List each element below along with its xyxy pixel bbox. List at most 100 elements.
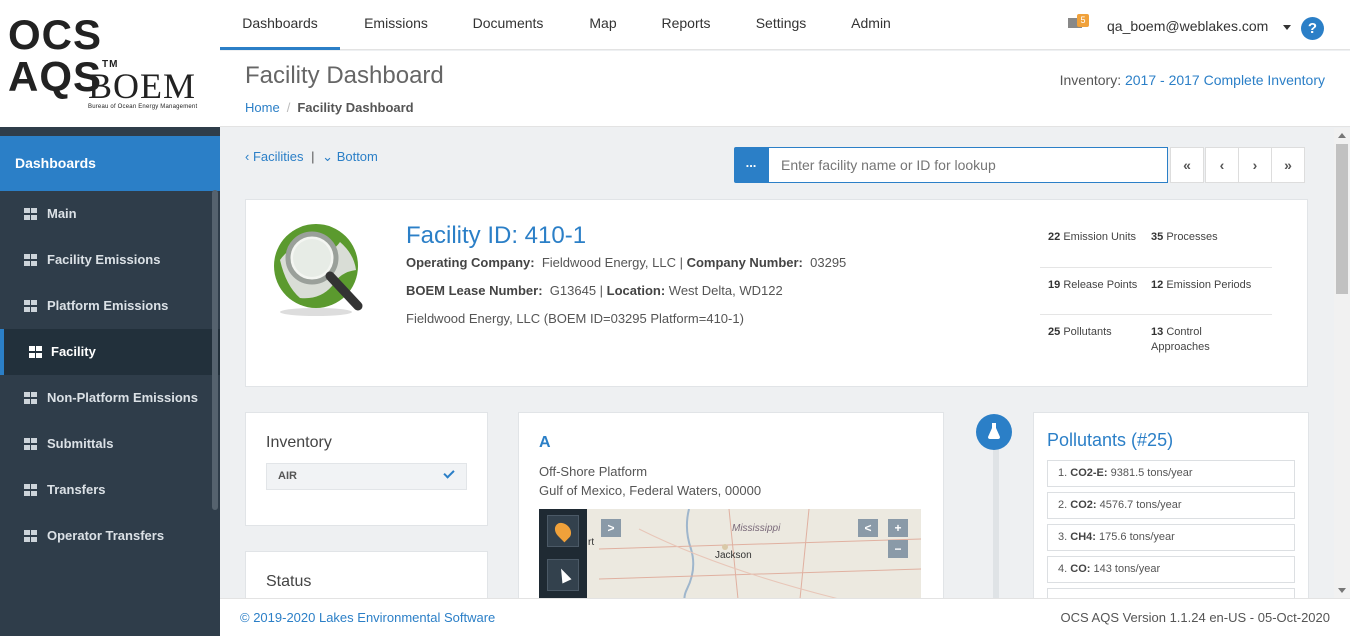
tab-documents[interactable]: Documents xyxy=(463,0,553,50)
grid-icon xyxy=(24,484,37,496)
page-title: Facility Dashboard xyxy=(245,62,444,89)
breadcrumb: Home / Facility Dashboard xyxy=(245,100,414,115)
sidebar-item-main[interactable]: Main xyxy=(0,191,220,237)
cursor-select-icon[interactable] xyxy=(547,559,579,591)
map-label-edge: rt xyxy=(588,537,595,548)
tab-emissions[interactable]: Emissions xyxy=(353,0,439,50)
stat-control-approaches[interactable]: 13 Control Approaches xyxy=(1151,325,1254,355)
last-page-button[interactable]: » xyxy=(1271,147,1305,183)
inventory-card-title: Inventory xyxy=(266,434,332,451)
sidebar-item-non-platform-emissions[interactable]: Non-Platform Emissions xyxy=(0,375,220,421)
sidebar-item-label: Main xyxy=(47,206,77,221)
flask-icon xyxy=(976,414,1012,450)
sidebar-item-label: Platform Emissions xyxy=(47,298,169,313)
tab-reports[interactable]: Reports xyxy=(653,0,719,50)
inventory-label: Inventory: xyxy=(1059,72,1122,88)
chevron-down-icon[interactable] xyxy=(1283,25,1291,30)
facility-card: Facility ID: 410-1 Operating Company: Fi… xyxy=(245,199,1308,387)
grid-icon xyxy=(24,254,37,266)
inventory-card: Inventory AIR xyxy=(245,412,488,526)
pollutants-card: Pollutants (#25) 1. CO2-E: 9381.5 tons/y… xyxy=(1033,412,1309,598)
next-page-button[interactable]: › xyxy=(1238,147,1272,183)
breadcrumb-home[interactable]: Home xyxy=(245,100,280,115)
pollutant-item[interactable]: 4. CO: 143 tons/year xyxy=(1047,556,1295,583)
facility-company-line: Operating Company: Fieldwood Energy, LLC… xyxy=(406,255,847,270)
help-icon[interactable]: ? xyxy=(1301,17,1324,40)
bottom-link[interactable]: ⌄ Bottom xyxy=(322,149,378,164)
globe-search-icon xyxy=(274,224,363,316)
grid-icon xyxy=(24,530,37,542)
status-card-title: Status xyxy=(266,573,312,590)
stat-emission-units[interactable]: 22 Emission Units xyxy=(1048,230,1151,261)
sidebar-item-facility-emissions[interactable]: Facility Emissions xyxy=(0,237,220,283)
inventory-selector: Inventory: 2017 - 2017 Complete Inventor… xyxy=(1060,72,1325,88)
check-icon xyxy=(443,467,455,479)
stat-pollutants[interactable]: 25 Pollutants xyxy=(1048,325,1151,355)
map-label-city: Jackson xyxy=(715,550,752,561)
tab-settings[interactable]: Settings xyxy=(748,0,814,50)
tab-admin[interactable]: Admin xyxy=(843,0,899,50)
pollutant-item[interactable] xyxy=(1047,588,1295,598)
facility-stats: 22 Emission Units 35 Processes 19 Releas… xyxy=(1040,220,1272,361)
timeline-line xyxy=(993,428,999,598)
grid-icon xyxy=(24,392,37,404)
status-card: Status xyxy=(245,551,488,598)
platform-type: Off-Shore Platform xyxy=(539,464,648,479)
sidebar-scrollbar[interactable] xyxy=(212,190,218,510)
sidebar-item-label: Operator Transfers xyxy=(47,528,165,543)
sidebar-item-label: Non-Platform Emissions xyxy=(47,390,198,405)
map-collapse-button[interactable]: < xyxy=(858,519,878,537)
pollutant-item[interactable]: 2. CO2: 4576.7 tons/year xyxy=(1047,492,1295,519)
map-zoom-out-button[interactable]: − xyxy=(888,540,908,558)
sidebar-item-transfers[interactable]: Transfers xyxy=(0,467,220,513)
first-page-button[interactable]: « xyxy=(1170,147,1204,183)
agency-logo: BOEM xyxy=(88,66,197,106)
stat-processes[interactable]: 35 Processes xyxy=(1151,230,1254,261)
previous-page-button[interactable]: ‹ xyxy=(1205,147,1239,183)
footer: © 2019-2020 Lakes Environmental Software… xyxy=(220,598,1350,636)
scroll-up-icon[interactable] xyxy=(1338,133,1346,138)
pollutant-item[interactable]: 1. CO2-E: 9381.5 tons/year xyxy=(1047,460,1295,487)
facility-navlinks: ‹ Facilities | ⌄ Bottom xyxy=(245,149,378,164)
map-toolbar xyxy=(539,509,587,598)
sidebar-item-label: Submittals xyxy=(47,436,114,451)
pollutant-item[interactable]: 3. CH4: 175.6 tons/year xyxy=(1047,524,1295,551)
sidebar-item-label: Facility Emissions xyxy=(47,252,161,267)
lookup-browse-button[interactable]: ... xyxy=(734,147,768,183)
sidebar-item-platform-emissions[interactable]: Platform Emissions xyxy=(0,283,220,329)
user-menu[interactable]: qa_boem@weblakes.com xyxy=(1107,18,1268,34)
sidebar-item-submittals[interactable]: Submittals xyxy=(0,421,220,467)
facility-lease-line: BOEM Lease Number: G13645 | Location: We… xyxy=(406,283,783,298)
tab-dashboards[interactable]: Dashboards xyxy=(220,0,340,50)
stat-release-points[interactable]: 19 Release Points xyxy=(1048,278,1151,308)
scroll-thumb[interactable] xyxy=(1336,144,1348,294)
platform-map[interactable]: > < + − rt Mississippi Jackson xyxy=(539,509,921,598)
breadcrumb-separator: / xyxy=(286,100,291,115)
facilities-link[interactable]: ‹ Facilities xyxy=(245,149,304,164)
sidebar-item-operator-transfers[interactable]: Operator Transfers xyxy=(0,513,220,559)
main-scrollbar[interactable] xyxy=(1334,128,1350,598)
facility-title: Facility ID: 410-1 xyxy=(406,222,587,249)
sidebar-section-dashboards[interactable]: Dashboards xyxy=(0,136,220,191)
grid-icon xyxy=(24,438,37,450)
sidebar-item-facility[interactable]: Facility xyxy=(0,329,220,375)
mail-count-badge: 5 xyxy=(1077,14,1089,27)
app-logo[interactable]: OCS AQSTM BOEM Bureau of Ocean Energy Ma… xyxy=(0,0,220,127)
pollutants-title[interactable]: Pollutants (#25) xyxy=(1047,430,1173,451)
main-content: ‹ Facilities | ⌄ Bottom ... « ‹ › » Faci… xyxy=(220,128,1350,598)
map-zoom-in-button[interactable]: + xyxy=(888,519,908,537)
facility-lookup-input[interactable] xyxy=(768,147,1168,183)
grid-icon xyxy=(24,208,37,220)
copyright-link[interactable]: © 2019-2020 Lakes Environmental Software xyxy=(240,610,495,625)
map-pin-icon[interactable] xyxy=(547,515,579,547)
sidebar-item-label: Transfers xyxy=(47,482,106,497)
platform-title[interactable]: A xyxy=(539,434,551,452)
stat-emission-periods[interactable]: 12 Emission Periods xyxy=(1151,278,1254,308)
scroll-down-icon[interactable] xyxy=(1338,588,1346,593)
tab-map[interactable]: Map xyxy=(578,0,628,50)
agency-subtitle: Bureau of Ocean Energy Management xyxy=(88,104,198,110)
inventory-item-air[interactable]: AIR xyxy=(266,463,467,490)
breadcrumb-current: Facility Dashboard xyxy=(297,100,414,115)
inventory-link[interactable]: 2017 - 2017 Complete Inventory xyxy=(1125,72,1325,88)
map-expand-button[interactable]: > xyxy=(601,519,621,537)
